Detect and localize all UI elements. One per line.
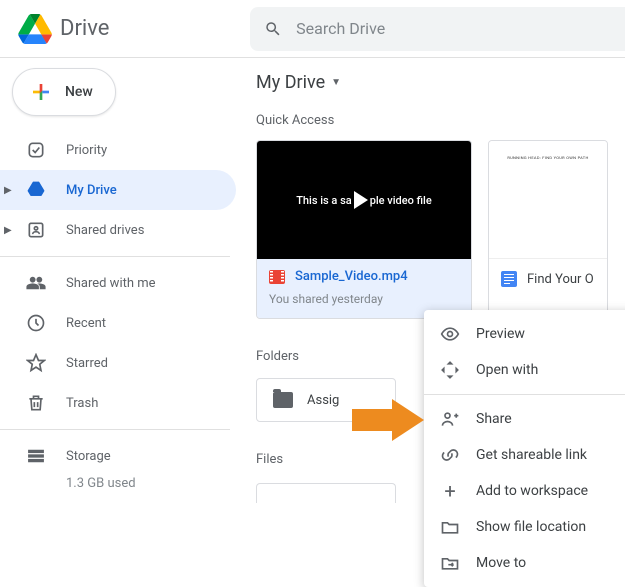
sidebar-item-starred[interactable]: Starred [0,343,236,383]
file-card-video[interactable]: This is a sa ple video file Sample_Video… [256,140,472,319]
brand-name: Drive [60,16,109,41]
sidebar-item-label: Shared with me [66,276,156,291]
recent-icon [26,313,46,333]
storage-used: 1.3 GB used [26,476,236,491]
share-icon [440,409,460,429]
ctx-open-with[interactable]: Open with [424,352,625,388]
folder-icon [273,392,293,408]
ctx-get-shareable-link[interactable]: Get shareable link [424,437,625,473]
storage-icon [26,446,46,466]
doc-thumbnail: RUNNING HEAD: FIND YOUR OWN PATH [489,141,607,259]
sidebar-item-label: Recent [66,316,106,331]
ctx-share[interactable]: Share [424,401,625,437]
divider [0,256,230,257]
preview-icon [440,324,460,344]
docs-file-icon [501,271,517,287]
sidebar-item-recent[interactable]: Recent [0,303,236,343]
sidebar-item-label: Shared drives [66,223,144,238]
sidebar-item-my-drive[interactable]: ▶ My Drive [0,170,236,210]
ctx-show-file-location[interactable]: Show file location [424,509,625,545]
shared-with-me-icon [26,273,46,293]
storage-label: Storage [66,449,111,464]
sidebar: New Priority ▶ My Drive ▶ Shared drives … [0,58,236,503]
sidebar-item-label: My Drive [66,183,117,198]
link-icon [440,445,460,465]
sidebar-item-priority[interactable]: Priority [0,130,236,170]
sidebar-item-label: Starred [66,356,108,371]
plus-icon [29,80,53,104]
ctx-preview[interactable]: Preview [424,316,625,352]
shared-drives-icon [26,220,46,240]
breadcrumb[interactable]: My Drive ▼ [256,72,625,93]
file-card-title: Sample_Video.mp4 [295,269,408,284]
file-card-subtitle: You shared yesterday [269,292,459,306]
plus-icon: + [440,481,460,501]
context-menu: Preview Open with Share Get shareable li… [424,310,625,587]
sidebar-item-label: Trash [66,396,98,411]
breadcrumb-label: My Drive [256,72,325,93]
divider [424,394,625,395]
folder-name: Assig [307,393,339,408]
annotation-arrow [352,399,432,441]
file-item[interactable] [256,483,396,503]
folder-outline-icon [440,517,460,537]
brand[interactable]: Drive [0,14,250,44]
search-input[interactable] [296,19,611,38]
expand-icon[interactable]: ▶ [4,185,12,196]
search-icon [264,19,282,39]
trash-icon [26,393,46,413]
search-bar[interactable] [250,7,625,51]
sidebar-item-label: Priority [66,143,107,158]
sidebar-item-shared-drives[interactable]: ▶ Shared drives [0,210,236,250]
sidebar-item-shared-with-me[interactable]: Shared with me [0,263,236,303]
open-with-icon [440,360,460,380]
drive-logo-icon [18,14,52,44]
chevron-down-icon: ▼ [331,77,341,88]
play-icon [354,191,368,209]
divider [0,429,230,430]
quick-access-label: Quick Access [256,113,625,128]
file-card-doc[interactable]: RUNNING HEAD: FIND YOUR OWN PATH Find Yo… [488,140,608,319]
sidebar-item-trash[interactable]: Trash [0,383,236,423]
video-thumbnail: This is a sa ple video file [257,141,471,259]
move-to-icon [440,553,460,573]
ctx-add-to-workspace[interactable]: + Add to workspace [424,473,625,509]
sidebar-item-storage[interactable]: Storage [26,446,236,466]
new-button-label: New [65,84,93,100]
my-drive-icon [26,180,46,200]
priority-icon [26,140,46,160]
video-file-icon [269,270,285,284]
star-icon [26,353,46,373]
new-button[interactable]: New [12,68,116,116]
ctx-move-to[interactable]: Move to [424,545,625,581]
expand-icon[interactable]: ▶ [4,225,12,236]
file-card-title: Find Your O [527,272,594,287]
